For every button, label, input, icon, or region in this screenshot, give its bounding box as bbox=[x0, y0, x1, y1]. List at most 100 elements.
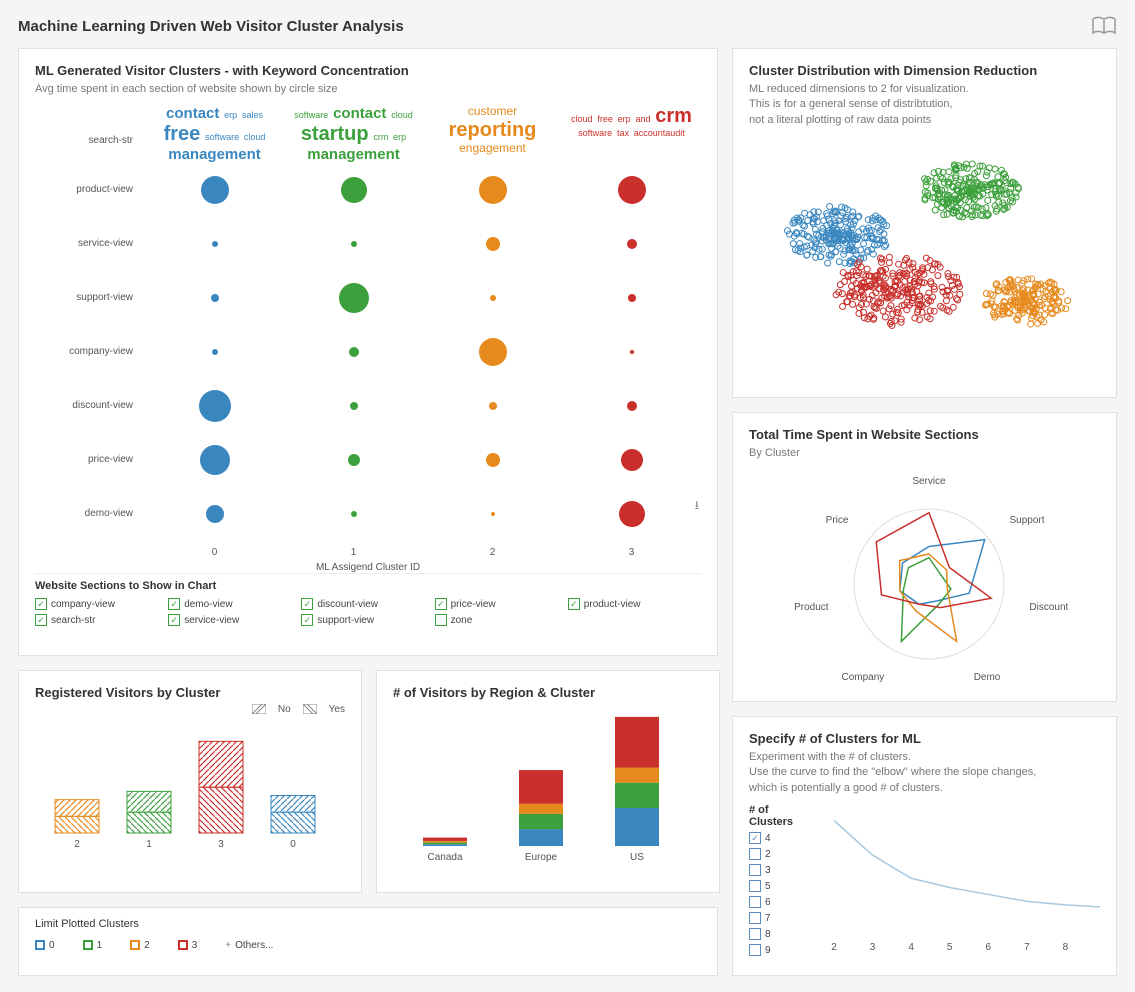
bubble-dot[interactable] bbox=[486, 237, 500, 251]
bubble-dot[interactable] bbox=[490, 295, 496, 301]
check-label: 9 bbox=[765, 945, 771, 956]
checkbox-icon: ✓ bbox=[168, 598, 180, 610]
limit-cluster-1[interactable]: 1 bbox=[83, 940, 103, 951]
keyword: erp bbox=[392, 132, 407, 142]
section-check-product-view[interactable]: ✓product-view bbox=[568, 598, 701, 610]
download-icon[interactable]: ⭳ bbox=[695, 496, 699, 517]
bubble-dot[interactable] bbox=[339, 283, 369, 313]
check-label: discount-view bbox=[317, 599, 378, 610]
svg-text:2: 2 bbox=[832, 942, 838, 953]
bubble-dot[interactable] bbox=[621, 449, 643, 471]
bubble-dot[interactable] bbox=[350, 402, 358, 410]
check-label: 6 bbox=[765, 897, 771, 908]
bubble-dot[interactable] bbox=[348, 454, 360, 466]
keyword: and bbox=[634, 114, 651, 124]
bubble-dot[interactable] bbox=[627, 239, 637, 249]
section-check-support-view[interactable]: ✓support-view bbox=[301, 614, 434, 626]
bubble-row: support-view bbox=[35, 271, 701, 325]
bubble-dot[interactable] bbox=[489, 402, 497, 410]
limit-cluster-0[interactable]: 0 bbox=[35, 940, 55, 951]
bubble-row: price-view bbox=[35, 433, 701, 487]
bubble-subtitle: Avg time spent in each section of websit… bbox=[35, 82, 701, 97]
scatter-subtitle: ML reduced dimensions to 2 for visualiza… bbox=[749, 82, 1100, 128]
bubble-dot[interactable] bbox=[491, 512, 495, 516]
section-check-search-str[interactable]: ✓search-str bbox=[35, 614, 168, 626]
bubble-dot[interactable] bbox=[201, 176, 229, 204]
section-check-company-view[interactable]: ✓company-view bbox=[35, 598, 168, 610]
elbow-plot: 23456789 bbox=[824, 804, 1100, 954]
bubble-dot[interactable] bbox=[351, 241, 357, 247]
bubble-dot[interactable] bbox=[212, 241, 218, 247]
bubble-dot[interactable] bbox=[618, 176, 646, 204]
keyword: software bbox=[204, 132, 240, 142]
limit-cluster-2[interactable]: 2 bbox=[130, 940, 150, 951]
cluster-count-check-7[interactable]: 7 bbox=[749, 912, 812, 924]
elbow-sub2: Use the curve to find the "elbow" where … bbox=[749, 765, 1100, 780]
row-label: support-view bbox=[35, 292, 145, 303]
limit-cluster-3[interactable]: 3 bbox=[178, 940, 198, 951]
limit-label: 0 bbox=[49, 940, 55, 951]
cluster-count-check-3[interactable]: 3 bbox=[749, 864, 812, 876]
region-title: # of Visitors by Region & Cluster bbox=[393, 685, 703, 700]
storytelling-icon[interactable] bbox=[1091, 16, 1117, 36]
cluster-count-check-4[interactable]: ✓4 bbox=[749, 832, 812, 844]
keyword: reporting bbox=[448, 119, 538, 142]
bubble-dot[interactable] bbox=[627, 401, 637, 411]
bubble-dot[interactable] bbox=[206, 505, 224, 523]
bubble-dot[interactable] bbox=[479, 176, 507, 204]
registered-title: Registered Visitors by Cluster bbox=[35, 685, 345, 700]
bubble-dot[interactable] bbox=[628, 294, 636, 302]
keyword: customer bbox=[467, 105, 518, 119]
keyword: contact bbox=[165, 105, 220, 122]
limit-others[interactable]: +Others... bbox=[225, 940, 273, 951]
checkbox-icon: ✓ bbox=[35, 614, 47, 626]
bubble-dot[interactable] bbox=[211, 294, 219, 302]
bubble-panel: ML Generated Visitor Clusters - with Key… bbox=[18, 48, 718, 656]
cluster-count-check-5[interactable]: 5 bbox=[749, 880, 812, 892]
keyword: cloud bbox=[570, 114, 594, 124]
bubble-dot[interactable] bbox=[349, 347, 359, 357]
plus-icon: + bbox=[225, 940, 231, 951]
bubble-dot[interactable] bbox=[630, 350, 634, 354]
section-check-price-view[interactable]: ✓price-view bbox=[435, 598, 568, 610]
svg-text:Product: Product bbox=[794, 602, 829, 613]
checkbox-icon: ✓ bbox=[168, 614, 180, 626]
wordcloud-cluster-0: contact erp sales free software cloud ma… bbox=[145, 105, 284, 163]
cluster-count-check-9[interactable]: 9 bbox=[749, 944, 812, 956]
xaxis-tick: 3 bbox=[562, 547, 701, 558]
bubble-dot[interactable] bbox=[199, 390, 231, 422]
bubble-dot[interactable] bbox=[619, 501, 645, 527]
cluster-count-check-2[interactable]: 2 bbox=[749, 848, 812, 860]
keyword: management bbox=[306, 146, 401, 163]
cluster-count-check-6[interactable]: 6 bbox=[749, 896, 812, 908]
checkbox-icon bbox=[749, 928, 761, 940]
svg-text:2: 2 bbox=[74, 839, 80, 850]
registered-bar-chart: 2130 bbox=[35, 721, 345, 851]
section-check-zone[interactable]: zone bbox=[435, 614, 568, 626]
cluster-count-check-8[interactable]: 8 bbox=[749, 928, 812, 940]
section-check-discount-view[interactable]: ✓discount-view bbox=[301, 598, 434, 610]
limit-panel: Limit Plotted Clusters 0123+Others... bbox=[18, 907, 718, 976]
bubble-chart: search-str contact erp sales free softwa… bbox=[35, 105, 701, 565]
limit-label: 2 bbox=[144, 940, 150, 951]
xaxis-tick: 1 bbox=[284, 547, 423, 558]
region-panel: # of Visitors by Region & Cluster Canada… bbox=[376, 670, 720, 893]
svg-text:0: 0 bbox=[290, 839, 296, 850]
bubble-dot[interactable] bbox=[212, 349, 218, 355]
section-check-service-view[interactable]: ✓service-view bbox=[168, 614, 301, 626]
bubble-dot[interactable] bbox=[351, 511, 357, 517]
svg-text:Service: Service bbox=[912, 476, 946, 487]
bubble-row: product-view bbox=[35, 163, 701, 217]
section-check-demo-view[interactable]: ✓demo-view bbox=[168, 598, 301, 610]
bubble-dot[interactable] bbox=[200, 445, 230, 475]
row-label: company-view bbox=[35, 346, 145, 357]
check-label: zone bbox=[451, 615, 473, 626]
checkbox-icon bbox=[749, 864, 761, 876]
svg-text:4: 4 bbox=[909, 942, 915, 953]
svg-text:8: 8 bbox=[1063, 942, 1069, 953]
svg-text:3: 3 bbox=[218, 839, 224, 850]
bubble-dot[interactable] bbox=[479, 338, 507, 366]
bubble-dot[interactable] bbox=[486, 453, 500, 467]
bubble-dot[interactable] bbox=[341, 177, 367, 203]
elbow-sub3: which is potentially a good # of cluster… bbox=[749, 781, 1100, 796]
